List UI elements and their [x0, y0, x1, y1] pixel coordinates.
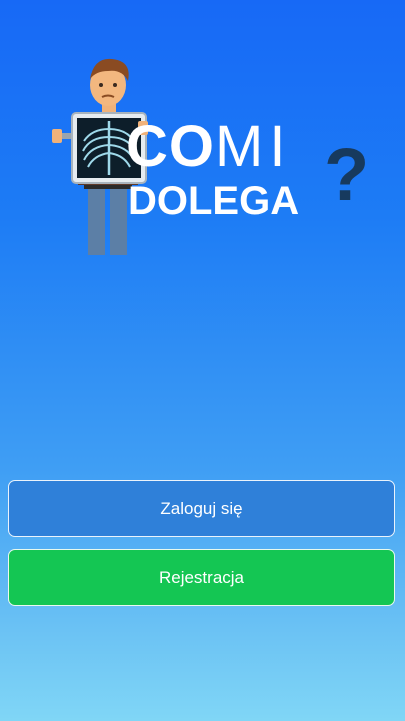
logo-line-2: DOLEGA	[128, 179, 300, 223]
login-button[interactable]: Zaloguj się	[8, 480, 395, 537]
welcome-screen: COMI DOLEGA ? Zaloguj się Rejestracja	[0, 0, 405, 721]
logo-co: CO	[126, 114, 215, 179]
register-button[interactable]: Rejestracja	[8, 549, 395, 606]
logo-line-1: COMI	[126, 118, 291, 176]
app-logo: COMI DOLEGA ?	[0, 0, 405, 270]
register-button-label: Rejestracja	[158, 567, 245, 587]
login-button-label: Zaloguj się	[160, 498, 243, 518]
logo-wordmark: COMI DOLEGA ?	[126, 118, 386, 228]
logo-mi: MI	[215, 114, 292, 179]
logo-question-mark: ?	[324, 133, 370, 216]
